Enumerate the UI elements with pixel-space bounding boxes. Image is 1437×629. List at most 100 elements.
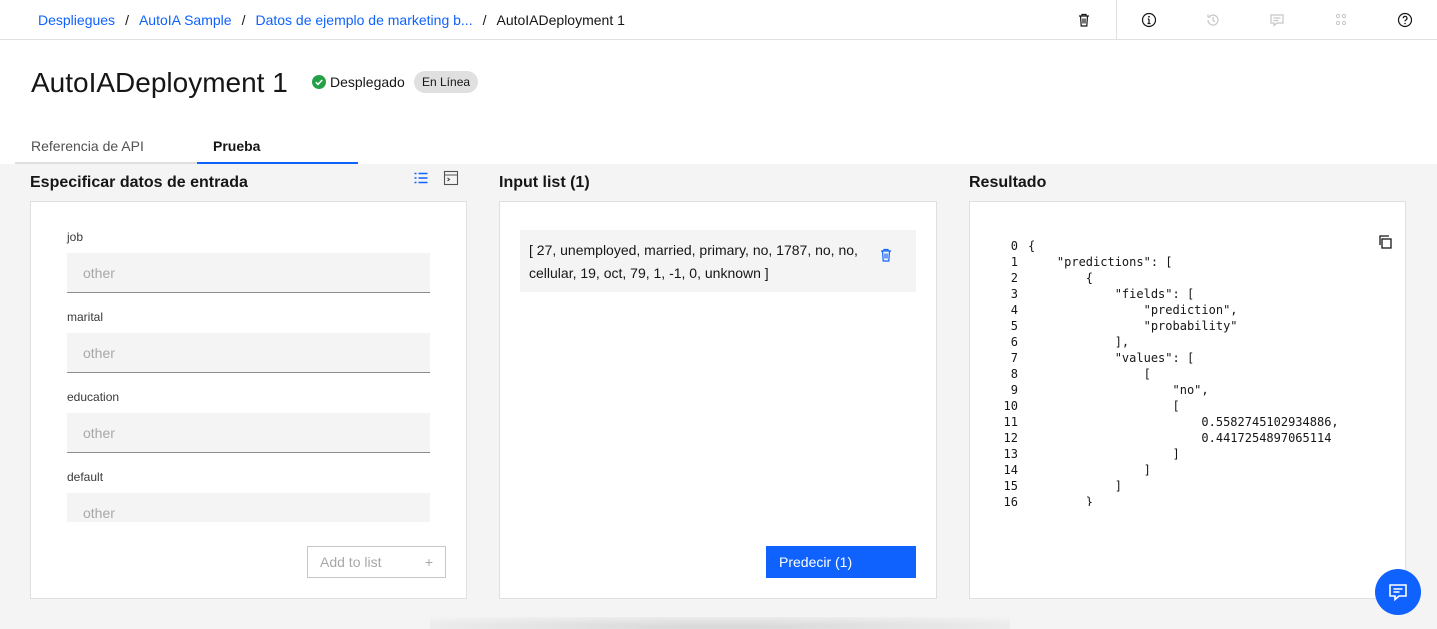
bottom-shadow: [430, 617, 1010, 629]
apps-icon: [1335, 13, 1347, 26]
line-number: 2: [1010, 271, 1018, 285]
list-view-icon[interactable]: [413, 170, 429, 186]
code-text: 0.4417254897065114: [1028, 431, 1332, 445]
breadcrumb-separator: /: [125, 12, 129, 28]
plus-icon: +: [424, 554, 433, 570]
code-text: {: [1028, 239, 1036, 253]
top-bar: Despliegues / AutoIA Sample / Datos de e…: [0, 0, 1437, 40]
line-number: 0: [1010, 239, 1018, 253]
input-list-panel: [ 27, unemployed, married, primary, no, …: [499, 201, 937, 599]
chat-button[interactable]: [1375, 569, 1421, 615]
history-button[interactable]: [1181, 0, 1245, 40]
trash-icon: [1079, 13, 1089, 27]
code-text: ]: [1028, 447, 1180, 461]
add-to-list-label: Add to list: [320, 554, 382, 570]
help-button[interactable]: [1373, 0, 1437, 40]
line-number: 5: [1010, 319, 1018, 333]
trash-icon[interactable]: [878, 247, 894, 263]
code-line: 11 0.5582745102934886,: [992, 414, 1339, 430]
code-text: 0.5582745102934886,: [1028, 415, 1339, 429]
line-number: 14: [1003, 463, 1018, 477]
breadcrumb: Despliegues / AutoIA Sample / Datos de e…: [38, 12, 625, 28]
education-input[interactable]: [67, 413, 430, 453]
breadcrumb-item-dataset[interactable]: Datos de ejemplo de marketing b...: [255, 12, 472, 28]
breadcrumb-separator: /: [482, 12, 487, 28]
status-text: Desplegado: [330, 74, 405, 90]
code-line: 5 "probability": [992, 318, 1339, 334]
history-icon: [1207, 14, 1219, 26]
code-line: 13 ]: [992, 446, 1339, 462]
chat-icon: [1389, 584, 1407, 602]
line-number: 6: [1010, 335, 1018, 349]
tab-test[interactable]: Prueba: [197, 126, 358, 164]
code-line: 7 "values": [: [992, 350, 1339, 366]
code-text: "probability": [1028, 319, 1238, 333]
tab-api-reference[interactable]: Referencia de API: [15, 126, 197, 164]
code-line: 10 [: [992, 398, 1339, 414]
code-text: "prediction",: [1028, 303, 1238, 317]
apps-button[interactable]: [1309, 0, 1373, 40]
list-item: [ 27, unemployed, married, primary, no, …: [520, 230, 916, 292]
code-text: "predictions": [: [1028, 255, 1173, 269]
code-text: ],: [1028, 335, 1130, 349]
line-number: 15: [1003, 479, 1018, 493]
code-line: 16 }: [992, 494, 1339, 506]
default-input[interactable]: [67, 493, 430, 522]
line-number: 9: [1010, 383, 1018, 397]
code-line: 4 "prediction",: [992, 302, 1339, 318]
json-view-icon[interactable]: [443, 170, 459, 186]
line-number: 7: [1010, 351, 1018, 365]
page-title: AutoIADeployment 1: [31, 67, 288, 98]
code-text: ]: [1028, 463, 1151, 477]
status-indicator: Desplegado: [312, 74, 405, 90]
code-text: "no",: [1028, 383, 1209, 397]
breadcrumb-separator: /: [241, 12, 246, 28]
code-text: }: [1028, 495, 1094, 506]
line-number: 16: [1003, 495, 1018, 506]
help-icon: [1397, 12, 1413, 28]
code-line: 8 [: [992, 366, 1339, 382]
field-label-education: education: [67, 390, 120, 404]
json-output: 0{1 "predictions": [2 {3 "fields": [4 "p…: [992, 238, 1339, 506]
comment-icon: [1270, 14, 1284, 27]
input-data-panel: job marital education default Add to lis…: [30, 201, 467, 599]
code-text: ]: [1028, 479, 1122, 493]
line-number: 11: [1003, 415, 1018, 429]
result-code-viewer[interactable]: 0{1 "predictions": [2 {3 "fields": [4 "p…: [970, 202, 1405, 506]
result-panel: 0{1 "predictions": [2 {3 "fields": [4 "p…: [969, 201, 1406, 599]
line-number: 8: [1010, 367, 1018, 381]
input-list-title: Input list (1): [499, 174, 590, 191]
predict-button[interactable]: Predecir (1): [766, 546, 916, 578]
job-input[interactable]: [67, 253, 430, 293]
info-button[interactable]: [1117, 0, 1181, 40]
breadcrumb-item-deployments[interactable]: Despliegues: [38, 12, 115, 28]
line-number: 4: [1010, 303, 1018, 317]
line-number: 3: [1010, 287, 1018, 301]
tab-bar: Referencia de API Prueba: [15, 126, 358, 164]
add-to-list-button[interactable]: Add to list +: [307, 546, 446, 578]
code-text: "values": [: [1028, 351, 1195, 365]
breadcrumb-item-project[interactable]: AutoIA Sample: [139, 12, 232, 28]
fields-scroll-area[interactable]: job marital education default: [31, 202, 466, 522]
marital-input[interactable]: [67, 333, 430, 373]
code-line: 12 0.4417254897065114: [992, 430, 1339, 446]
toolbar: [1052, 0, 1437, 40]
check-circle-icon: [312, 75, 326, 89]
code-text: "fields": [: [1028, 287, 1195, 301]
code-text: [: [1028, 367, 1151, 381]
input-panel-title: Especificar datos de entrada: [30, 174, 248, 191]
code-line: 9 "no",: [992, 382, 1339, 398]
comments-button[interactable]: [1245, 0, 1309, 40]
line-number: 10: [1003, 399, 1018, 413]
line-number: 13: [1003, 447, 1018, 461]
code-text: [: [1028, 399, 1180, 413]
code-line: 14 ]: [992, 462, 1339, 478]
field-label-marital: marital: [67, 310, 104, 324]
code-text: {: [1028, 271, 1094, 285]
code-line: 0{: [992, 238, 1339, 254]
code-line: 2 {: [992, 270, 1339, 286]
status-badge: En Línea: [414, 71, 479, 93]
code-line: 1 "predictions": [: [992, 254, 1339, 270]
delete-button[interactable]: [1052, 0, 1116, 40]
breadcrumb-current: AutoIADeployment 1: [496, 12, 625, 28]
